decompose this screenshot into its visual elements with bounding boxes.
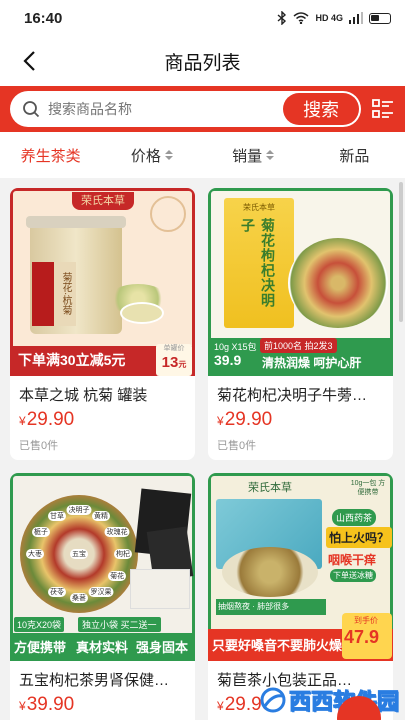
herb-label: 甘草: [48, 510, 66, 521]
promo-label: 独立小袋 买二送一: [78, 617, 161, 632]
box-text: 菊花枸杞决明子: [240, 218, 276, 308]
product-sold: [10, 716, 195, 720]
box-brand: 荣氏本草: [243, 203, 275, 212]
status-time: 16:40: [24, 9, 63, 27]
search-bar: 搜索: [0, 86, 405, 132]
status-bar: 16:40 HD 4G: [0, 0, 405, 36]
nav-bar: 商品列表: [0, 36, 405, 86]
tag-small: 单罐价: [163, 345, 185, 352]
product-image: 荣氏本草 菊花枸杞决明子 10g X15包 39.9 前1000名 拍2发3 清…: [208, 188, 393, 376]
network-label: HD 4G: [315, 13, 343, 23]
price-caption: 到手价: [354, 616, 378, 625]
herb-label: 茯苓: [48, 587, 66, 598]
sort-tab-new[interactable]: 新品: [304, 145, 405, 166]
sort-tab-label: 销量: [232, 147, 263, 165]
strip-label: 抽烟熬夜 · 肺部很多: [218, 602, 290, 611]
sort-tab-label: 价格: [130, 147, 161, 165]
status-icons: HD 4G: [277, 11, 391, 25]
sort-tab-category[interactable]: 养生茶类: [0, 145, 101, 166]
herb-label: 桑葚: [70, 593, 88, 603]
tag-price: 13: [161, 354, 179, 371]
top-label: 10g一包 方便携带: [350, 480, 386, 496]
search-box: 搜索: [10, 91, 362, 127]
sort-caret-icon: [164, 150, 173, 160]
herb-label: 大枣: [26, 549, 44, 559]
jar-label: 菊花·杭菊: [54, 262, 76, 326]
slogan-label: 清热润燥 呵护心肝: [262, 356, 362, 370]
herb-label: 五宝: [70, 549, 88, 559]
badge-label: 山西药茶: [332, 509, 377, 526]
sort-bar: 养生茶类 价格 销量 新品: [0, 132, 405, 178]
slogan-mid: 真材实料: [76, 640, 129, 655]
sort-caret-icon: [266, 150, 275, 160]
herb-label: 罗汉果: [88, 587, 114, 598]
search-button[interactable]: 搜索: [283, 93, 360, 125]
herb-label: 枸杞: [114, 549, 132, 559]
tag-unit: 元: [178, 360, 187, 369]
product-card[interactable]: 荣氏本草 菊花·杭菊 下单满30立减5元 单罐价 13元 本草之城 杭菊 罐装: [10, 188, 195, 460]
call3: 下单送冰糖: [330, 569, 376, 582]
herb-label: 决明子: [66, 505, 92, 515]
product-sold: 已售0件: [217, 440, 257, 452]
search-icon: [23, 101, 40, 118]
product-name: 本草之城 杭菊 罐装: [19, 387, 148, 404]
sort-tab-label: 养生茶类: [20, 147, 81, 165]
promo-banner: 下单满30立减5元: [18, 352, 126, 368]
brand-label: 荣氏本草: [72, 192, 134, 210]
call2: 咽喉干痒: [328, 553, 377, 567]
grid-toggle-icon[interactable]: [371, 97, 395, 121]
product-image: 荣氏本草 10g一包 方便携带 山西药茶 怕上火吗？ 咽喉干痒 下单送冰糖 抽烟…: [208, 473, 393, 661]
sort-tab-price[interactable]: 价格: [101, 145, 202, 166]
product-card[interactable]: 决明子 黄精玫瑰花枸杞菊花罗汉果 桑葚 茯苓 五宝 大枣 栀子 甘草 10克X20袋 独立小袋…: [10, 473, 195, 720]
slogan-left: 方便携带: [14, 640, 67, 655]
product-card[interactable]: 荣氏本草 菊花枸杞决明子 10g X15包 39.9 前1000名 拍2发3 清…: [208, 188, 393, 460]
watermark-logo-icon: [260, 687, 286, 713]
back-button[interactable]: [14, 46, 44, 76]
call1: 怕上火吗？: [326, 527, 393, 548]
search-input[interactable]: [48, 101, 268, 117]
spec-label: 10克X20袋: [14, 617, 65, 632]
herb-labels: 决明子 黄精玫瑰花枸杞菊花罗汉果 桑葚 茯苓 五宝 大枣 栀子 甘草: [20, 495, 138, 613]
product-name: 菊花枸杞决明子牛蒡…: [217, 387, 368, 404]
product-image: 决明子 黄精玫瑰花枸杞菊花罗汉果 桑葚 茯苓 五宝 大枣 栀子 甘草 10克X20袋 独立小袋…: [10, 473, 195, 661]
promo-label: 前1000名 拍2发3: [260, 338, 337, 353]
scrollbar[interactable]: [399, 182, 403, 322]
bluetooth-icon: [278, 11, 287, 25]
product-price: ¥39.90: [19, 694, 75, 715]
sort-tab-label: 新品: [339, 147, 370, 165]
product-price: ¥29.90: [19, 409, 75, 430]
wifi-icon: [293, 12, 309, 24]
product-name: 五宝枸杞茶男肾保健…: [19, 672, 170, 689]
slogan-label: 只要好嗓音不要肺火燥: [212, 638, 343, 653]
herb-label: 玫瑰花: [104, 527, 130, 537]
price-label: 47.9: [344, 627, 380, 647]
sort-tab-sales[interactable]: 销量: [203, 145, 304, 166]
signal-icon: [349, 12, 363, 24]
product-sold: 已售0件: [19, 440, 59, 452]
price-label: 39.9: [214, 352, 242, 368]
slogan-right: 强身固本: [136, 640, 189, 655]
herb-label: 栀子: [31, 527, 50, 537]
product-image: 荣氏本草 菊花·杭菊 下单满30立减5元 单罐价 13元: [10, 188, 195, 376]
product-grid[interactable]: 荣氏本草 菊花·杭菊 下单满30立减5元 单罐价 13元 本草之城 杭菊 罐装: [0, 178, 405, 720]
battery-icon: [369, 12, 391, 24]
herb-label: 黄精: [92, 510, 110, 521]
herb-label: 菊花: [108, 571, 127, 581]
back-arrow-icon: [23, 51, 35, 71]
product-price: ¥29.90: [217, 409, 273, 430]
brand-label: 荣氏本草: [248, 482, 292, 494]
page-title: 商品列表: [164, 52, 241, 74]
product-card[interactable]: 荣氏本草 10g一包 方便携带 山西药茶 怕上火吗？ 咽喉干痒 下单送冰糖 抽烟…: [208, 473, 393, 720]
